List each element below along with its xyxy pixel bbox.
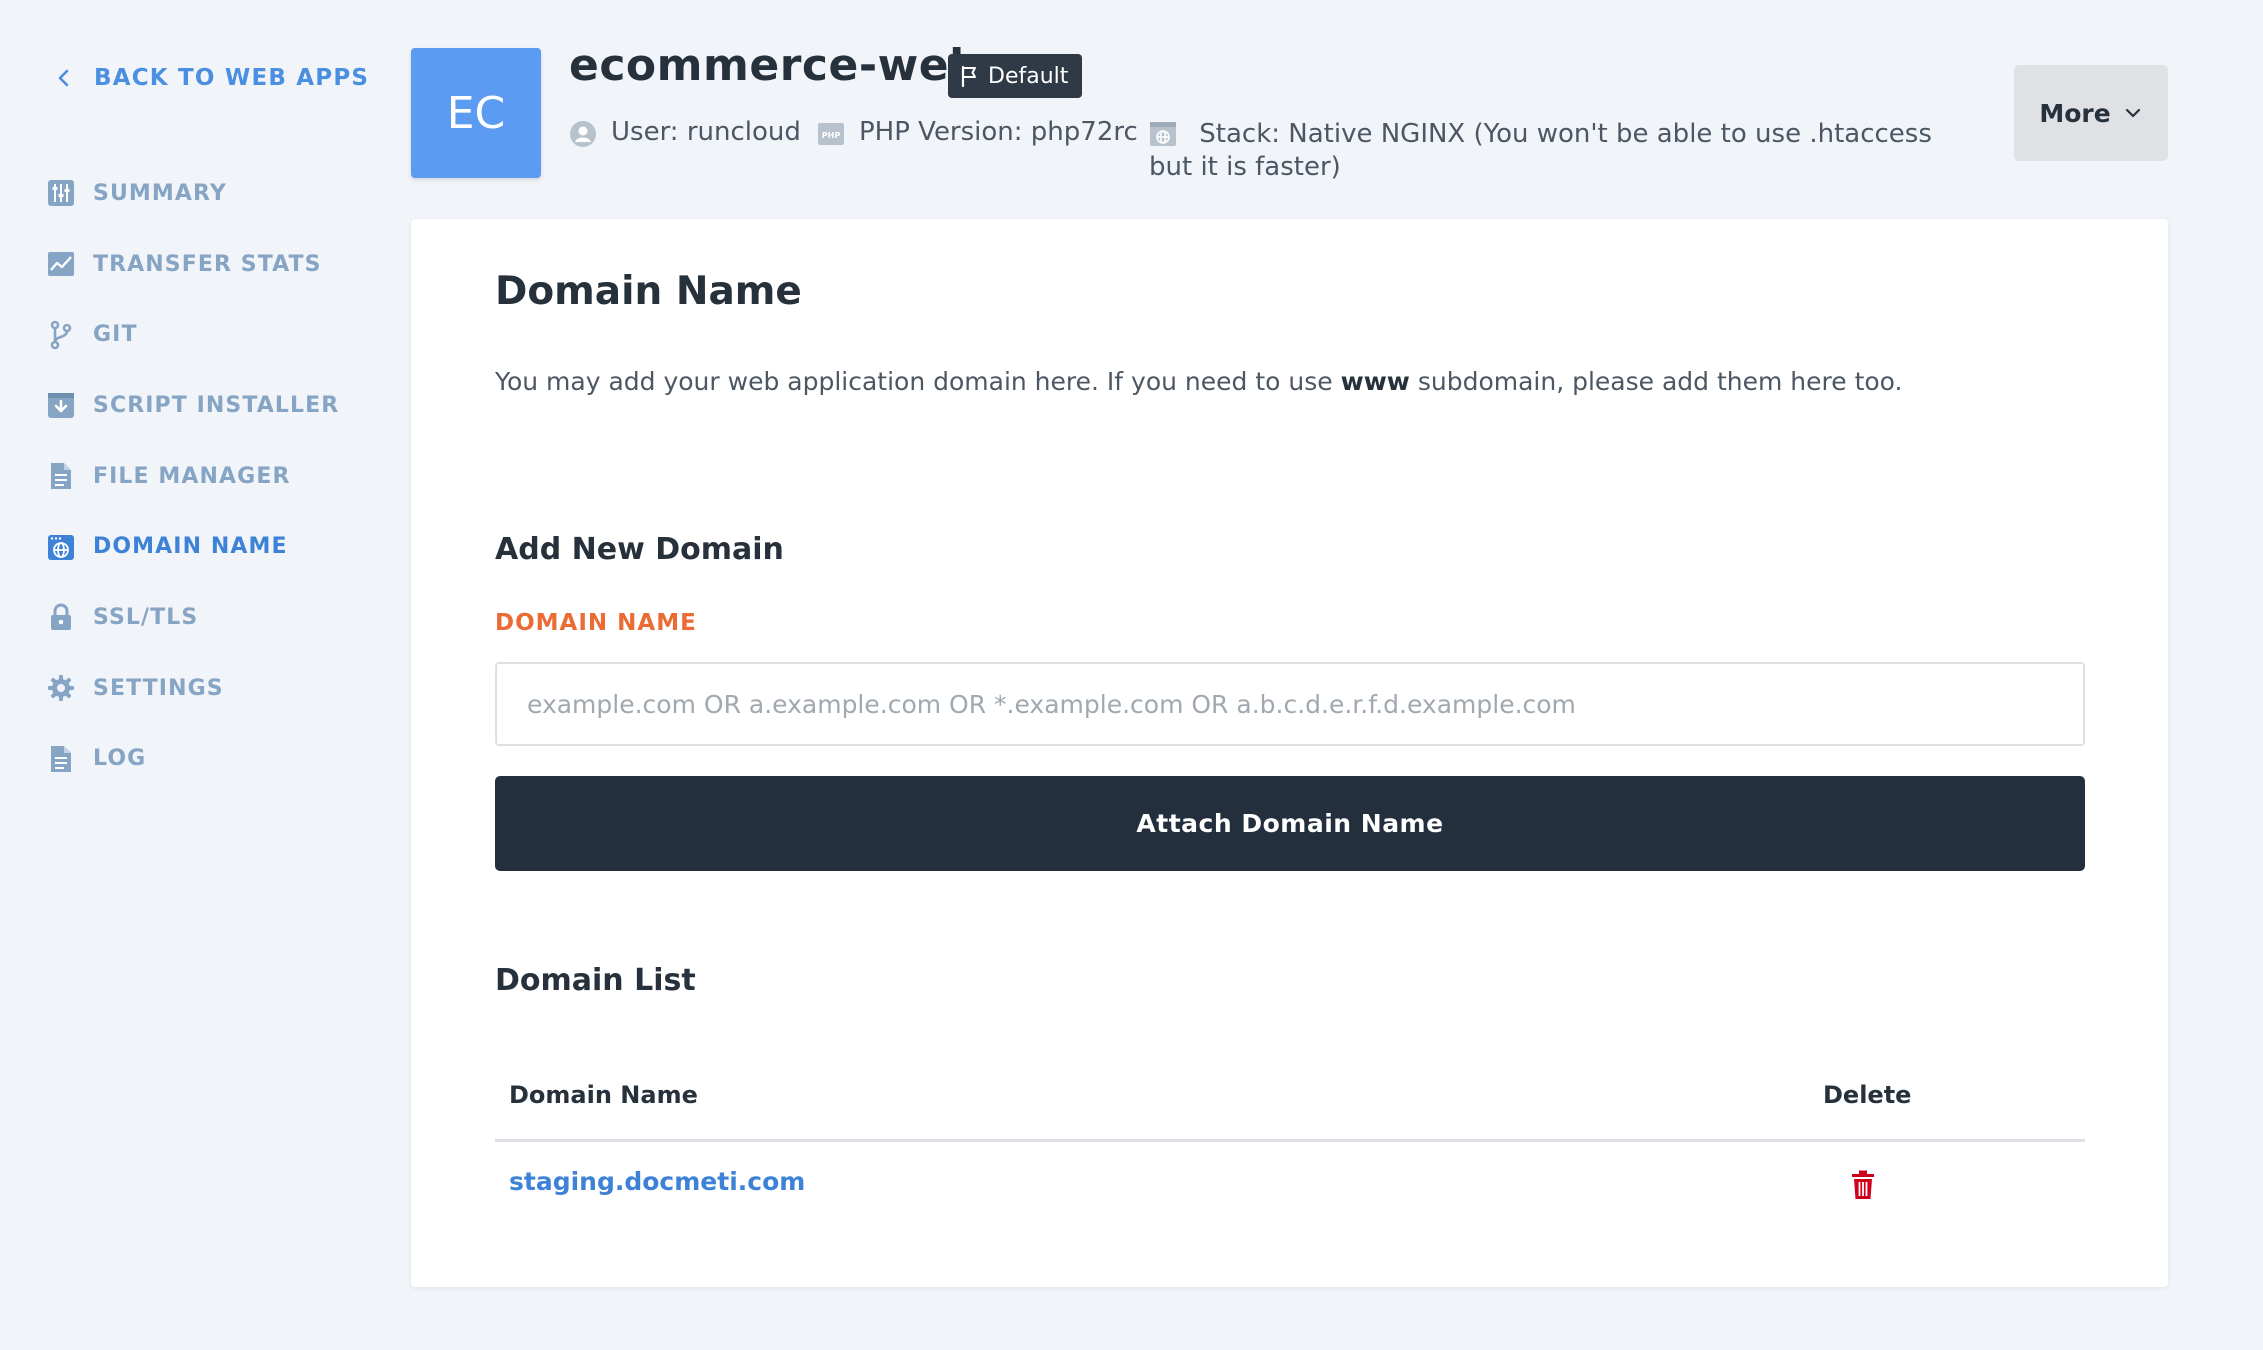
meta-user: User: runcloud <box>569 117 801 148</box>
meta-stack-text: Stack: Native NGINX (You won't be able t… <box>1149 119 1932 182</box>
app-avatar: EC <box>411 48 541 178</box>
desc-text-after: subdomain, please add them here too. <box>1409 367 1903 396</box>
summary-icon <box>48 180 74 207</box>
page-title: Domain Name <box>495 269 802 314</box>
sidebar-item-domain-name[interactable]: DOMAIN NAME <box>46 511 339 582</box>
sidebar-item-summary[interactable]: SUMMARY <box>46 158 339 229</box>
flag-icon <box>961 65 976 87</box>
domain-name-field-label: DOMAIN NAME <box>495 610 697 636</box>
sidebar-item-settings[interactable]: SETTINGS <box>46 653 339 724</box>
sidebar-item-label: SCRIPT INSTALLER <box>93 392 340 418</box>
default-badge: Default <box>948 54 1083 98</box>
domain-table: Domain Name Delete staging.docmeti.com <box>495 1059 2085 1226</box>
globe-window-icon <box>48 534 74 560</box>
sidebar-item-label: LOG <box>93 746 147 772</box>
sidebar-item-log[interactable]: LOG <box>46 724 339 795</box>
domain-list-heading: Domain List <box>495 963 696 998</box>
badge-label: Default <box>988 63 1069 89</box>
app-title: ecommerce-web <box>569 40 982 91</box>
domain-link[interactable]: staging.docmeti.com <box>509 1167 805 1196</box>
add-domain-heading: Add New Domain <box>495 532 784 567</box>
back-to-web-apps-link[interactable]: BACK TO WEB APPS <box>52 60 369 96</box>
column-header-domain-name: Domain Name <box>509 1081 698 1109</box>
chart-icon <box>48 252 74 277</box>
more-label: More <box>2039 98 2111 128</box>
attach-domain-button[interactable]: Attach Domain Name <box>495 776 2085 871</box>
gear-icon <box>48 675 74 702</box>
download-box-icon <box>48 393 74 419</box>
chevron-left-icon <box>58 69 69 87</box>
sidebar: BACK TO WEB APPS SUMMARY TRANSFER STATS … <box>0 0 400 1350</box>
meta-stack: Stack: Native NGINX (You won't be able t… <box>1149 117 1969 184</box>
sidebar-item-label: DOMAIN NAME <box>93 534 288 560</box>
user-icon <box>570 121 596 147</box>
sidebar-item-label: FILE MANAGER <box>93 463 291 489</box>
desc-text-before: You may add your web application domain … <box>495 367 1341 396</box>
sidebar-item-label: SSL/TLS <box>93 604 199 630</box>
desc-text-bold: www <box>1340 367 1410 396</box>
trash-icon[interactable] <box>1851 1170 1875 1200</box>
sidebar-item-transfer-stats[interactable]: TRANSFER STATS <box>46 229 339 300</box>
sidebar-item-label: SETTINGS <box>93 675 224 701</box>
table-row: staging.docmeti.com <box>495 1142 2085 1226</box>
domain-card: Domain Name You may add your web applica… <box>411 219 2168 1287</box>
domain-table-header: Domain Name Delete <box>495 1059 2085 1142</box>
file-icon <box>51 463 71 490</box>
git-branch-icon <box>50 320 72 350</box>
sidebar-item-ssl-tls[interactable]: SSL/TLS <box>46 582 339 653</box>
chevron-down-icon <box>2125 108 2140 118</box>
domain-name-input[interactable] <box>495 662 2085 746</box>
sidebar-nav: SUMMARY TRANSFER STATS GIT SCRIPT INSTAL… <box>46 158 339 794</box>
sidebar-item-file-manager[interactable]: FILE MANAGER <box>46 441 339 512</box>
meta-php-text: PHP Version: php72rc <box>859 117 1138 147</box>
svg-text:PHP: PHP <box>822 131 841 140</box>
page-description: You may add your web application domain … <box>495 367 1902 396</box>
lock-icon <box>51 603 71 631</box>
sidebar-item-git[interactable]: GIT <box>46 299 339 370</box>
back-link-label: BACK TO WEB APPS <box>94 65 370 91</box>
sidebar-item-label: GIT <box>93 322 138 348</box>
sidebar-item-label: SUMMARY <box>93 180 227 206</box>
column-header-delete: Delete <box>1823 1081 1912 1109</box>
meta-user-text: User: runcloud <box>611 117 801 147</box>
sidebar-item-label: TRANSFER STATS <box>93 251 322 277</box>
stack-icon <box>1150 122 1176 146</box>
php-icon: PHP <box>818 123 844 145</box>
more-dropdown-button[interactable]: More <box>2014 65 2168 161</box>
meta-php: PHP PHP Version: php72rc <box>817 117 1138 148</box>
sidebar-item-script-installer[interactable]: SCRIPT INSTALLER <box>46 370 339 441</box>
document-icon <box>51 745 71 772</box>
